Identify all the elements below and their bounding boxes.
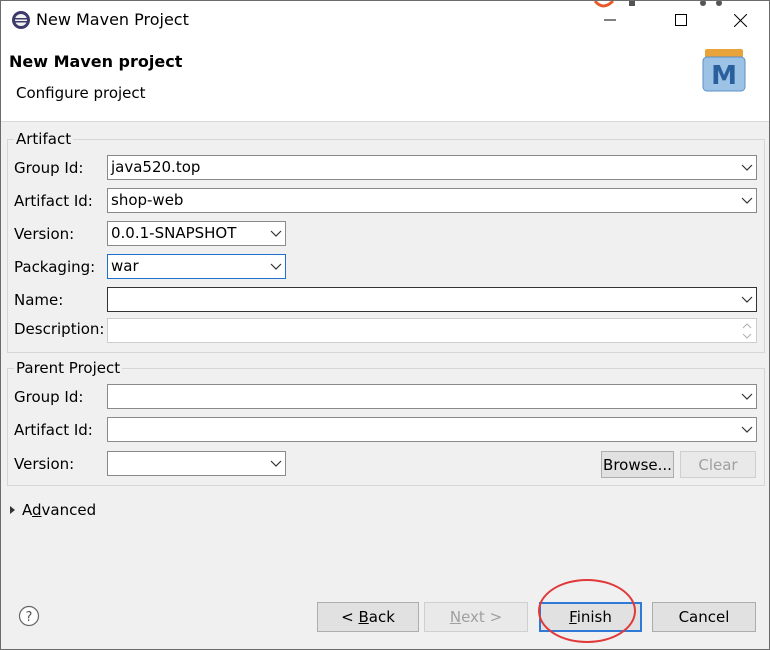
parent-version-combo[interactable] [107,451,286,476]
close-button[interactable] [717,1,763,39]
back-button-label: < Back [341,608,395,626]
window-title: New Maven Project [36,10,189,29]
parent-artifact-id-combo[interactable] [107,417,757,442]
parent-project-group-label: Parent Project [14,359,123,377]
finish-button[interactable]: Finish [539,602,642,632]
chevron-down-icon [741,393,753,400]
packaging-combo[interactable]: war [107,254,286,279]
chevron-down-icon [270,263,282,270]
svg-text:?: ? [26,610,33,625]
name-combo[interactable] [107,287,757,312]
next-button[interactable]: Next > [424,602,528,632]
minimize-icon [604,19,616,21]
help-icon[interactable]: ? [18,605,40,627]
description-label: Description: [14,320,105,338]
parent-version-label: Version: [14,455,75,473]
parent-group-id-label: Group Id: [14,388,84,406]
finish-button-label: Finish [569,608,612,626]
description-textarea[interactable] [107,318,757,343]
chevron-down-icon [741,164,753,171]
browse-button[interactable]: Browse... [601,451,674,478]
artifact-id-value: shop-web [111,191,184,209]
browse-button-label: Browse... [603,455,672,474]
close-icon [733,13,747,27]
cancel-button[interactable]: Cancel [652,602,756,632]
next-button-label: Next > [449,608,503,626]
chevron-down-icon [270,230,282,237]
artifact-id-combo[interactable]: shop-web [107,188,757,213]
dialog-window: New Maven Project New Maven project Conf… [0,0,770,650]
page-title: New Maven project [9,52,183,71]
svg-text:M: M [711,61,737,91]
title-bar: New Maven Project [1,1,769,39]
chevron-down-icon [270,460,282,467]
group-id-value: java520.top [111,158,201,176]
scroll-arrows-icon [742,323,752,339]
version-value: 0.0.1-SNAPSHOT [111,224,237,242]
maximize-button[interactable] [658,1,704,39]
parent-artifact-id-label: Artifact Id: [14,421,93,439]
eclipse-app-icon [12,11,30,29]
packaging-label: Packaging: [14,258,96,276]
wizard-header: New Maven project Configure project M [1,39,769,122]
cancel-button-label: Cancel [678,608,730,626]
expand-arrow-icon [10,506,15,514]
clear-button-label: Clear [698,455,738,474]
packaging-value: war [111,257,139,275]
version-combo[interactable]: 0.0.1-SNAPSHOT [107,221,286,246]
page-subtitle: Configure project [16,84,146,102]
artifact-id-label: Artifact Id: [14,192,93,210]
chevron-down-icon [741,296,753,303]
back-button[interactable]: < Back [317,602,419,632]
clear-button[interactable]: Clear [680,451,756,478]
advanced-label: Advanced [22,501,97,519]
name-label: Name: [14,291,64,309]
version-label: Version: [14,225,75,243]
parent-group-id-combo[interactable] [107,384,757,409]
maximize-icon [675,14,687,26]
artifact-group-label: Artifact [14,130,74,148]
group-id-combo[interactable]: java520.top [107,155,757,180]
advanced-toggle[interactable]: Advanced [9,500,96,520]
group-id-label: Group Id: [14,159,84,177]
maven-logo-icon: M [702,49,746,92]
chevron-down-icon [741,426,753,433]
minimize-button[interactable] [587,1,633,39]
chevron-down-icon [741,197,753,204]
